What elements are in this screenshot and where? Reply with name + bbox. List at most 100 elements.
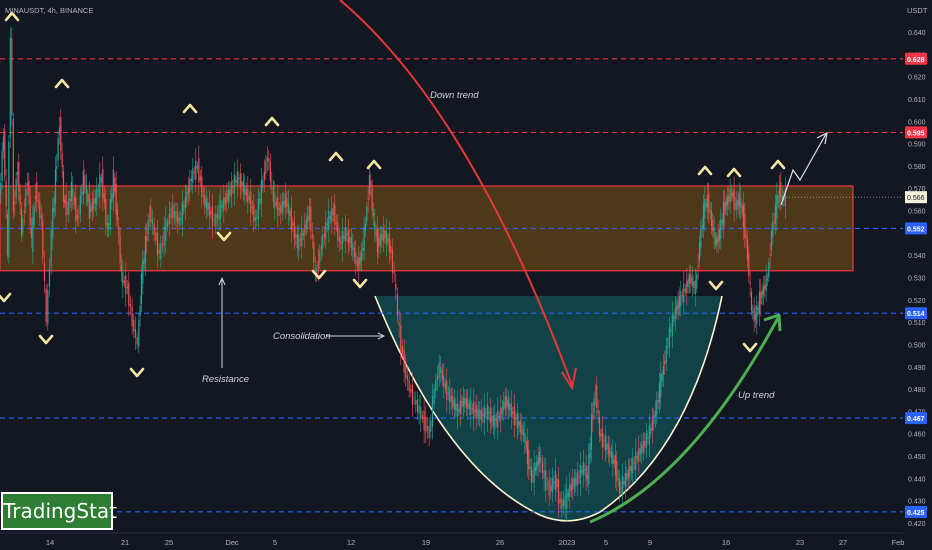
candle-body <box>450 396 452 402</box>
y-tick-label: 0.520 <box>908 298 926 305</box>
candle-body <box>186 191 188 202</box>
chart-canvas: Down trend Consolidation Resistance Up tren… <box>0 0 932 550</box>
candle-body <box>271 182 273 184</box>
candle-body <box>384 230 386 238</box>
x-tick-label: 21 <box>121 538 129 547</box>
candle-body <box>210 210 212 215</box>
candle-body <box>322 234 324 249</box>
candle-body <box>290 208 292 230</box>
candle-body <box>319 250 321 263</box>
candle-body <box>524 433 526 442</box>
swing-high-marker <box>726 167 742 178</box>
candle-body <box>134 328 137 338</box>
candle-body <box>641 444 643 454</box>
candle-body <box>61 153 63 168</box>
candle-body <box>687 279 689 287</box>
candle-body <box>398 322 400 326</box>
candle-body <box>347 229 349 245</box>
candle-body <box>289 210 291 217</box>
candle-body <box>473 401 475 419</box>
candle-body <box>133 320 135 332</box>
candle-body <box>320 246 322 251</box>
swing-low-marker <box>0 292 12 303</box>
candle-body <box>662 366 665 375</box>
candle-body <box>624 473 626 487</box>
candle-body <box>443 375 445 386</box>
candle-body <box>131 306 133 327</box>
candle-body <box>754 313 757 320</box>
candle-body <box>557 479 560 505</box>
candle-body <box>732 192 734 198</box>
candle-body <box>428 425 430 438</box>
candle-body <box>645 433 647 449</box>
chart-root: Down trend Consolidation Resistance Up tren… <box>0 0 932 550</box>
candle-body <box>462 397 464 407</box>
candle-body <box>777 195 779 204</box>
candle-body <box>486 404 488 420</box>
candle-body <box>700 228 702 249</box>
candle-body <box>363 226 365 251</box>
x-tick-label: 19 <box>422 538 430 547</box>
candle-body <box>769 254 771 256</box>
candle-body <box>576 472 578 487</box>
candle-body <box>708 193 710 213</box>
candle-body <box>140 273 143 304</box>
candle-body <box>196 165 198 169</box>
candle-body <box>295 234 297 237</box>
candle-body <box>341 230 343 250</box>
candle-body <box>229 189 231 196</box>
candle-body <box>529 466 531 468</box>
candle-body <box>22 218 24 233</box>
candle-body <box>366 206 368 222</box>
candle-body <box>204 195 206 207</box>
x-tick-label: 5 <box>273 538 277 547</box>
candle-body <box>710 210 713 226</box>
candle-body <box>494 414 496 429</box>
candle-body <box>390 246 392 254</box>
candle-body <box>656 399 658 416</box>
candle-body <box>706 195 709 208</box>
candle-body <box>621 475 623 495</box>
candle-body <box>726 197 729 206</box>
candle-body <box>616 461 618 481</box>
candle-body <box>453 399 455 410</box>
candle-body <box>482 413 484 417</box>
candle-body <box>589 443 591 458</box>
candle-body <box>19 194 21 205</box>
candle-body <box>99 174 101 197</box>
candle-body <box>323 234 325 237</box>
candle-body <box>526 440 529 465</box>
candle-body <box>564 494 566 509</box>
candle-body <box>311 233 313 238</box>
candle-body <box>52 208 54 239</box>
candle-body <box>617 478 619 479</box>
candle-body <box>506 396 508 408</box>
candle-body <box>266 157 268 161</box>
candle-body <box>425 416 427 433</box>
candle-body <box>211 206 214 227</box>
candle-body <box>168 213 170 225</box>
candle-body <box>391 249 394 273</box>
candle-body <box>202 195 204 196</box>
candle-body <box>647 437 649 439</box>
candle-body <box>358 258 360 271</box>
swing-high-marker <box>54 78 70 89</box>
candle-body <box>14 202 16 204</box>
candle-body <box>728 195 730 202</box>
candle-body <box>550 485 552 491</box>
candle-body <box>766 279 769 281</box>
candle-body <box>337 223 339 240</box>
candle-body <box>91 201 93 211</box>
candle-body <box>329 216 331 219</box>
candle-body <box>597 409 599 413</box>
candle-body <box>590 414 593 450</box>
candle-body <box>738 193 741 208</box>
candle-body <box>72 188 74 197</box>
candle-body <box>45 288 47 323</box>
candle-body <box>263 171 265 180</box>
candle-body <box>433 389 435 404</box>
candle-body <box>467 399 469 410</box>
y-tick-label: 0.500 <box>908 342 926 349</box>
candle-body <box>388 233 390 253</box>
candle-body <box>762 286 765 295</box>
